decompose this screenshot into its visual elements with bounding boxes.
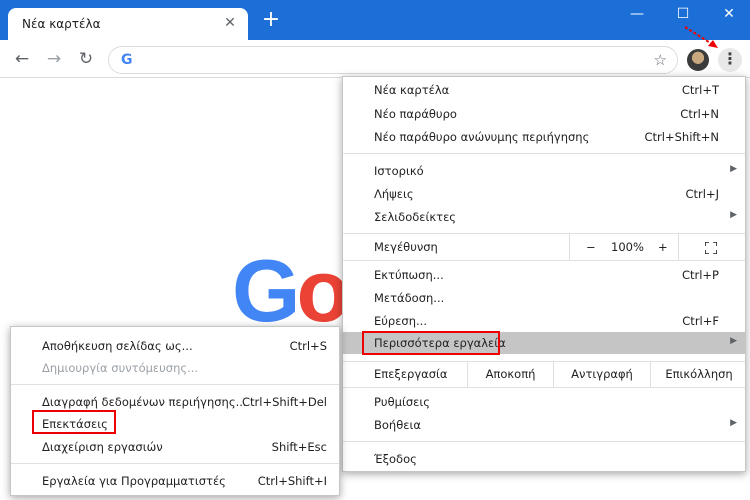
new-tab-button[interactable]: + — [260, 9, 282, 32]
menu-item-exit[interactable]: Έξοδος — [343, 448, 745, 470]
menu-item-history[interactable]: Ιστορικό ▶ — [343, 160, 745, 182]
menu-separator — [11, 463, 339, 464]
minimize-button[interactable]: — — [622, 4, 652, 24]
toolbar: ← → ↻ G ☆ — [0, 40, 750, 78]
annotation-box-more-tools — [362, 331, 500, 355]
fullscreen-icon[interactable] — [705, 242, 717, 254]
close-window-button[interactable]: ✕ — [714, 4, 744, 24]
menu-item-bookmarks[interactable]: Σελιδοδείκτες ▶ — [343, 206, 745, 228]
zoom-out-button[interactable]: − — [586, 240, 596, 254]
menu-separator — [343, 153, 745, 154]
menu-item-edit: Επεξεργασία Αποκοπή Αντιγραφή Επικόλληση — [343, 361, 745, 387]
menu-separator — [343, 233, 745, 234]
menu-item-incognito[interactable]: Νέο παράθυρο ανώνυμης περιήγησης Ctrl+Sh… — [343, 126, 745, 148]
menu-item-new-tab[interactable]: Νέα καρτέλα Ctrl+T — [343, 79, 745, 101]
menu-item-settings[interactable]: Ρυθμίσεις — [343, 391, 745, 413]
reload-icon[interactable]: ↻ — [76, 49, 96, 69]
chrome-main-menu: Νέα καρτέλα Ctrl+T Νέο παράθυρο Ctrl+N Ν… — [342, 76, 746, 472]
submenu-arrow-icon: ▶ — [730, 418, 737, 428]
annotation-arrow — [684, 26, 718, 48]
submenu-arrow-icon: ▶ — [730, 210, 737, 220]
bookmark-star-icon[interactable]: ☆ — [654, 51, 667, 69]
menu-item-downloads[interactable]: Λήψεις Ctrl+J — [343, 183, 745, 205]
zoom-controls: − 100% + — [569, 233, 679, 261]
menu-item-cast[interactable]: Μετάδοση... — [343, 287, 745, 309]
tab-new-tab[interactable]: Νέα καρτέλα ✕ — [8, 8, 248, 40]
menu-kebab-icon[interactable]: ⋮ — [718, 48, 742, 72]
menu-item-zoom: Μεγέθυνση − 100% + — [343, 233, 745, 261]
menu-item-help[interactable]: Βοήθεια ▶ — [343, 414, 745, 436]
forward-icon[interactable]: → — [44, 49, 64, 69]
submenu-item-dev-tools[interactable]: Εργαλεία για Προγραμματιστές Ctrl+Shift+… — [11, 470, 339, 492]
submenu-arrow-icon: ▶ — [730, 336, 737, 346]
submenu-item-create-shortcut: Δημιουργία συντόμευσης... — [42, 361, 199, 375]
tab-close-icon[interactable]: ✕ — [222, 15, 238, 31]
zoom-in-button[interactable]: + — [658, 240, 668, 254]
edit-label: Επεξεργασία — [374, 367, 448, 381]
menu-item-find[interactable]: Εύρεση... Ctrl+F — [343, 310, 745, 332]
google-g-icon: G — [121, 52, 133, 68]
paste-button[interactable]: Επικόλληση — [650, 361, 747, 387]
address-bar[interactable]: G ☆ — [108, 46, 678, 74]
title-bar: Νέα καρτέλα ✕ + — ☐ ✕ — [0, 0, 750, 40]
menu-item-print[interactable]: Εκτύπωση... Ctrl+P — [343, 264, 745, 286]
menu-separator — [343, 441, 745, 442]
cut-button[interactable]: Αποκοπή — [467, 361, 553, 387]
tab-title: Νέα καρτέλα — [22, 17, 101, 31]
menu-separator — [343, 387, 745, 388]
annotation-box-extensions — [32, 410, 116, 434]
submenu-item-save-page[interactable]: Αποθήκευση σελίδας ως... Ctrl+S — [11, 335, 339, 357]
menu-separator — [11, 384, 339, 385]
back-icon[interactable]: ← — [12, 49, 32, 69]
menu-separator — [343, 260, 745, 261]
menu-item-new-window[interactable]: Νέο παράθυρο Ctrl+N — [343, 103, 745, 125]
profile-avatar[interactable] — [687, 49, 709, 71]
submenu-arrow-icon: ▶ — [730, 164, 737, 174]
submenu-item-task-manager[interactable]: Διαχείριση εργασιών Shift+Esc — [11, 436, 339, 458]
copy-button[interactable]: Αντιγραφή — [553, 361, 650, 387]
maximize-button[interactable]: ☐ — [668, 4, 698, 24]
zoom-level: 100% — [611, 240, 644, 254]
